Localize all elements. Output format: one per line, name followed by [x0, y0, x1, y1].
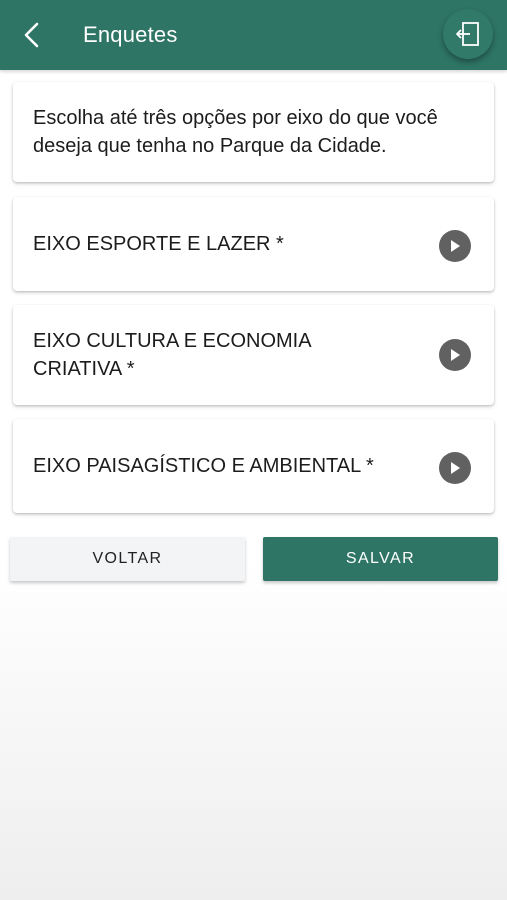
play-circle-icon	[439, 230, 471, 262]
play-circle-icon	[439, 339, 471, 371]
intro-card: Escolha até três opções por eixo do que …	[13, 82, 494, 182]
chevron-left-icon	[24, 22, 39, 48]
axis-label: EIXO ESPORTE E LAZER *	[33, 233, 284, 255]
logout-icon	[456, 22, 479, 46]
axis-label: EIXO CULTURA E ECONOMIA CRIATIVA *	[33, 330, 311, 380]
save-button[interactable]: SALVAR	[263, 537, 498, 581]
play-circle-icon	[439, 452, 471, 484]
axis-item-esporte-lazer[interactable]: EIXO ESPORTE E LAZER *	[13, 197, 494, 291]
axis-label: EIXO PAISAGÍSTICO E AMBIENTAL *	[33, 455, 374, 477]
back-action-button[interactable]: VOLTAR	[10, 537, 245, 581]
back-button[interactable]	[12, 15, 52, 55]
exit-button[interactable]	[443, 9, 493, 59]
intro-text: Escolha até três opções por eixo do que …	[33, 107, 438, 157]
app-bar: Enquetes	[0, 0, 507, 70]
axis-item-paisagistico-ambiental[interactable]: EIXO PAISAGÍSTICO E AMBIENTAL *	[13, 419, 494, 513]
page-title: Enquetes	[83, 22, 178, 47]
axis-item-cultura-economia[interactable]: EIXO CULTURA E ECONOMIA CRIATIVA *	[13, 305, 494, 405]
